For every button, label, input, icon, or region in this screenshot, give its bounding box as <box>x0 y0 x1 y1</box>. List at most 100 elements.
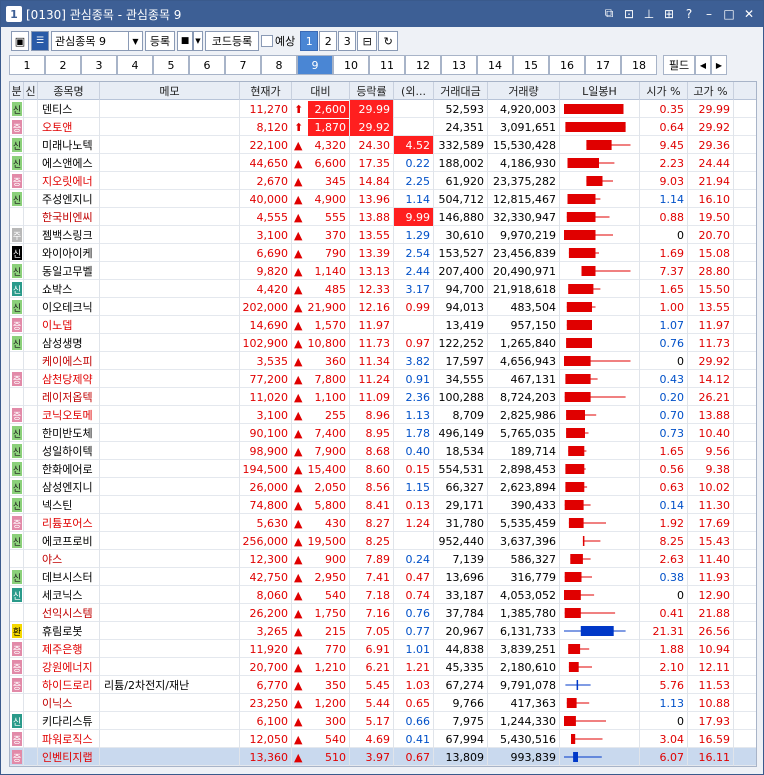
stock-name[interactable]: 젬백스링크 <box>38 226 100 244</box>
table-row[interactable]: 증 하이드로리 리튬/2차전지/재난 6,770 ▲ 350 5.45 1.03 67,274 9… <box>10 676 756 694</box>
stock-name[interactable]: 에스앤에스 <box>38 154 100 172</box>
stock-name[interactable]: 쇼박스 <box>38 280 100 298</box>
forecast-checkbox[interactable] <box>261 35 273 47</box>
table-row[interactable]: 신 이오테크닉 202,000 ▲ 21,900 12.16 0.99 94,013 483,5… <box>10 298 756 316</box>
stock-name[interactable]: 코닉오토메 <box>38 406 100 424</box>
memo-cell[interactable] <box>100 712 240 730</box>
table-row[interactable]: 신 넥스틴 74,800 ▲ 5,800 8.41 0.13 29,171 390,433 0.1… <box>10 496 756 514</box>
table-row[interactable]: 야스 12,300 ▲ 900 7.89 0.24 7,139 586,327 2.63 11.4… <box>10 550 756 568</box>
stock-name[interactable]: 케이에스피 <box>38 352 100 370</box>
table-row[interactable]: 환 휴림로봇 3,265 ▲ 215 7.05 0.77 20,967 6,131,733 21.… <box>10 622 756 640</box>
link-icon[interactable]: ⊡ <box>621 5 637 22</box>
column-header[interactable]: L일봉H <box>560 82 640 100</box>
memo-cell[interactable] <box>100 640 240 658</box>
table-row[interactable]: 증 코닉오토메 3,100 ▲ 255 8.96 1.13 8,709 2,825,986 0.7… <box>10 406 756 424</box>
memo-cell[interactable] <box>100 478 240 496</box>
table-row[interactable]: 증 파워로직스 12,050 ▲ 540 4.69 0.41 67,994 5,430,516 3… <box>10 730 756 748</box>
table-row[interactable]: 신 에코프로비 256,000 ▲ 19,500 8.25 952,440 3,637,396… <box>10 532 756 550</box>
minimize-icon[interactable]: – <box>701 5 717 22</box>
memo-cell[interactable] <box>100 424 240 442</box>
table-row[interactable]: 신 삼성엔지니 26,000 ▲ 2,050 8.56 1.15 66,327 2,623,89… <box>10 478 756 496</box>
help-icon[interactable]: ? <box>681 5 697 22</box>
page-button-3[interactable]: 3 <box>338 31 357 51</box>
memo-cell[interactable] <box>100 532 240 550</box>
stock-name[interactable]: 강원에너지 <box>38 658 100 676</box>
memo-cell[interactable] <box>100 586 240 604</box>
column-header[interactable]: 거래대금 <box>434 82 488 100</box>
tab-18[interactable]: 18 <box>621 55 657 75</box>
stock-name[interactable]: 성일하이텍 <box>38 442 100 460</box>
field-button[interactable]: 필드 <box>663 55 695 75</box>
chevron-down-icon[interactable]: ▼ <box>129 31 143 51</box>
tab-16[interactable]: 16 <box>549 55 585 75</box>
refresh-icon[interactable]: ↻ <box>378 31 399 51</box>
tab-10[interactable]: 10 <box>333 55 369 75</box>
tab-8[interactable]: 8 <box>261 55 297 75</box>
memo-cell[interactable]: 리튬/2차전지/재난 <box>52 676 240 694</box>
column-header[interactable]: 고가 % <box>688 82 734 100</box>
table-row[interactable]: 이닉스 23,250 ▲ 1,200 5.44 0.65 9,766 417,363 1.13 1… <box>10 694 756 712</box>
table-row[interactable]: 신 삼성생명 102,900 ▲ 10,800 11.73 0.97 122,252 1,265… <box>10 334 756 352</box>
stock-name[interactable]: 리튬포어스 <box>38 514 100 532</box>
group-select[interactable]: 관심종목 9 <box>51 31 129 51</box>
chevron-right-icon[interactable]: ▶ <box>711 55 727 75</box>
memo-cell[interactable] <box>100 460 240 478</box>
memo-cell[interactable] <box>100 280 240 298</box>
stock-name[interactable]: 이오테크닉 <box>38 298 100 316</box>
register-button[interactable]: 등록 <box>145 31 175 51</box>
tab-5[interactable]: 5 <box>153 55 189 75</box>
memo-cell[interactable] <box>100 514 240 532</box>
tab-2[interactable]: 2 <box>45 55 81 75</box>
memo-cell[interactable] <box>100 172 240 190</box>
stock-name[interactable]: 넥스틴 <box>38 496 100 514</box>
table-row[interactable]: 증 리튬포어스 5,630 ▲ 430 8.27 1.24 31,780 5,535,459 1.… <box>10 514 756 532</box>
column-header[interactable]: 신 <box>24 82 38 100</box>
table-row[interactable]: 신 세코닉스 8,060 ▲ 540 7.18 0.74 33,187 4,053,052 0 12… <box>10 586 756 604</box>
pin-icon[interactable]: ⊥ <box>641 5 657 22</box>
stock-name[interactable]: 지오릿에너 <box>38 172 100 190</box>
tab-1[interactable]: 1 <box>9 55 45 75</box>
table-row[interactable]: 증 삼천당제약 77,200 ▲ 7,800 11.24 0.91 34,555 467,131… <box>10 370 756 388</box>
table-row[interactable]: 선익시스템 26,200 ▲ 1,750 7.16 0.76 37,784 1,385,780… <box>10 604 756 622</box>
stock-name[interactable]: 야스 <box>38 550 100 568</box>
column-header[interactable]: 등락률 <box>350 82 394 100</box>
stock-name[interactable]: 선익시스템 <box>38 604 100 622</box>
tab-11[interactable]: 11 <box>369 55 405 75</box>
stock-name[interactable]: 한미반도체 <box>38 424 100 442</box>
table-row[interactable]: 증 강원에너지 20,700 ▲ 1,210 6.21 1.21 45,335 2,180,61… <box>10 658 756 676</box>
memo-cell[interactable] <box>100 226 240 244</box>
memo-cell[interactable] <box>100 208 240 226</box>
stock-name[interactable]: 한국비엔씨 <box>38 208 100 226</box>
table-row[interactable]: 신 한미반도체 90,100 ▲ 7,400 8.95 1.78 496,149 5,765,0… <box>10 424 756 442</box>
page-button-1[interactable]: 1 <box>300 31 319 51</box>
table-row[interactable]: 신 주성엔지니 40,000 ▲ 4,900 13.96 1.14 504,712 12,815… <box>10 190 756 208</box>
tab-4[interactable]: 4 <box>117 55 153 75</box>
table-row[interactable]: 증 지오릿에너 2,670 ▲ 345 14.84 2.25 61,920 23,375,282… <box>10 172 756 190</box>
memo-cell[interactable] <box>100 388 240 406</box>
stock-name[interactable]: 이닉스 <box>38 694 100 712</box>
table-row[interactable]: 신 성일하이텍 98,900 ▲ 7,900 8.68 0.40 18,534 189,714 1… <box>10 442 756 460</box>
tab-12[interactable]: 12 <box>405 55 441 75</box>
memo-cell[interactable] <box>100 442 240 460</box>
memo-cell[interactable] <box>100 622 240 640</box>
stock-name[interactable]: 파워로직스 <box>38 730 100 748</box>
stock-name[interactable]: 세코닉스 <box>38 586 100 604</box>
stock-name[interactable]: 덴티스 <box>38 100 100 118</box>
stock-name[interactable]: 삼성생명 <box>38 334 100 352</box>
stock-name[interactable]: 키다리스튜 <box>38 712 100 730</box>
memo-cell[interactable] <box>100 730 240 748</box>
table-row[interactable]: 레이저옵텍 11,020 ▲ 1,100 11.09 2.36 100,288 8,724,2… <box>10 388 756 406</box>
memo-cell[interactable] <box>100 334 240 352</box>
memo-cell[interactable] <box>100 550 240 568</box>
stock-name[interactable]: 주성엔지니 <box>38 190 100 208</box>
tab-7[interactable]: 7 <box>225 55 261 75</box>
table-row[interactable]: 증 제주은행 11,920 ▲ 770 6.91 1.01 44,838 3,839,251 1.… <box>10 640 756 658</box>
stock-name[interactable]: 에코프로비 <box>38 532 100 550</box>
page-button-2[interactable]: 2 <box>319 31 338 51</box>
memo-cell[interactable] <box>100 154 240 172</box>
memo-cell[interactable] <box>100 190 240 208</box>
tab-17[interactable]: 17 <box>585 55 621 75</box>
column-header[interactable]: 거래량 <box>488 82 560 100</box>
table-row[interactable]: 신 와이아이케 6,690 ▲ 790 13.39 2.54 153,527 23,456,83… <box>10 244 756 262</box>
list-icon[interactable]: ☰ <box>31 31 49 51</box>
